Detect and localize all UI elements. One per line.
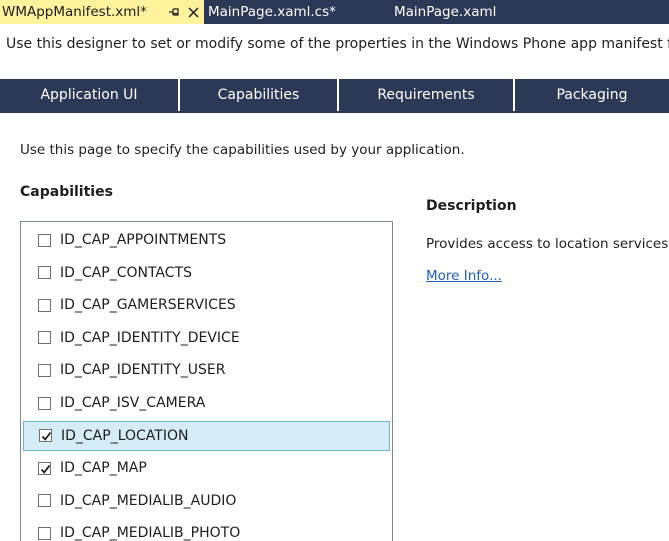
doc-tab-mainpage-xaml[interactable]: MainPage.xaml bbox=[394, 0, 502, 24]
capability-label: ID_CAP_CONTACTS bbox=[60, 264, 192, 281]
tab-label: Requirements bbox=[377, 87, 475, 103]
capabilities-list[interactable]: ID_CAP_APPOINTMENTS ID_CAP_CONTACTS ID_CAP… bbox=[20, 221, 393, 541]
doc-tab-label: MainPage.xaml.cs* bbox=[208, 4, 336, 20]
tab-label: Packaging bbox=[556, 87, 628, 103]
capability-label: ID_CAP_LOCATION bbox=[61, 427, 189, 444]
capability-item[interactable]: ID_CAP_ISV_CAMERA bbox=[23, 388, 390, 418]
close-icon[interactable] bbox=[185, 4, 201, 20]
capability-label: ID_CAP_IDENTITY_DEVICE bbox=[60, 329, 240, 346]
designer-tab-strip: Application UI Capabilities Requirements… bbox=[0, 79, 669, 113]
document-tab-strip: WMAppManifest.xml* MainPage.xaml.cs* Mai… bbox=[0, 0, 669, 24]
doc-tab-mainpage-cs[interactable]: MainPage.xaml.cs* bbox=[204, 0, 394, 24]
tab-label: Capabilities bbox=[217, 87, 300, 103]
checkmark-icon bbox=[41, 432, 52, 442]
doc-tab-label: MainPage.xaml bbox=[394, 4, 497, 20]
capabilities-heading: Capabilities bbox=[20, 184, 113, 200]
capability-label: ID_CAP_ISV_CAMERA bbox=[60, 395, 206, 411]
capability-label: ID_CAP_GAMERSERVICES bbox=[60, 297, 236, 314]
capability-label: ID_CAP_MAP bbox=[60, 460, 147, 477]
capability-item[interactable]: ID_CAP_APPOINTMENTS bbox=[23, 225, 390, 255]
checkbox[interactable] bbox=[38, 396, 51, 410]
capability-item[interactable]: ID_CAP_GAMERSERVICES bbox=[23, 290, 390, 320]
page-description: Use this page to specify the capabilitie… bbox=[20, 142, 465, 158]
checkmark-icon bbox=[40, 464, 51, 474]
capability-label: ID_CAP_IDENTITY_USER bbox=[60, 362, 226, 379]
capability-item[interactable]: ID_CAP_MAP bbox=[23, 453, 390, 483]
tab-capabilities[interactable]: Capabilities bbox=[180, 79, 339, 111]
checkbox[interactable] bbox=[38, 298, 51, 312]
capability-item[interactable]: ID_CAP_CONTACTS bbox=[23, 258, 390, 288]
capability-item[interactable]: ID_CAP_IDENTITY_DEVICE bbox=[23, 323, 390, 353]
tab-requirements[interactable]: Requirements bbox=[339, 79, 515, 111]
doc-tab-label: WMAppManifest.xml* bbox=[2, 4, 147, 20]
more-info-link[interactable]: More Info... bbox=[426, 268, 502, 284]
checkbox-checked[interactable] bbox=[38, 461, 51, 475]
checkbox[interactable] bbox=[38, 363, 51, 377]
tab-label: Application UI bbox=[40, 87, 138, 103]
tab-packaging[interactable]: Packaging bbox=[515, 79, 669, 111]
capability-item[interactable]: ID_CAP_MEDIALIB_AUDIO bbox=[23, 486, 390, 516]
designer-intro-text: Use this designer to set or modify some … bbox=[6, 36, 669, 52]
doc-tab-wmappmanifest[interactable]: WMAppManifest.xml* bbox=[0, 0, 204, 24]
tab-application-ui[interactable]: Application UI bbox=[0, 79, 180, 111]
capability-item[interactable]: ID_CAP_IDENTITY_USER bbox=[23, 355, 390, 385]
description-text: Provides access to location services. bbox=[426, 236, 669, 252]
capability-label: ID_CAP_APPOINTMENTS bbox=[60, 232, 227, 248]
checkbox-checked[interactable] bbox=[39, 429, 52, 443]
checkbox[interactable] bbox=[38, 526, 51, 540]
pin-icon[interactable] bbox=[166, 4, 182, 20]
checkbox[interactable] bbox=[38, 494, 51, 508]
description-heading: Description bbox=[426, 198, 517, 214]
checkbox[interactable] bbox=[38, 331, 51, 345]
capability-item[interactable]: ID_CAP_MEDIALIB_PHOTO bbox=[23, 518, 390, 541]
capability-item[interactable]: ID_CAP_LOCATION bbox=[23, 420, 390, 451]
capability-label: ID_CAP_MEDIALIB_PHOTO bbox=[60, 525, 241, 541]
checkbox[interactable] bbox=[38, 233, 51, 247]
capability-label: ID_CAP_MEDIALIB_AUDIO bbox=[60, 492, 237, 509]
checkbox[interactable] bbox=[38, 266, 51, 280]
